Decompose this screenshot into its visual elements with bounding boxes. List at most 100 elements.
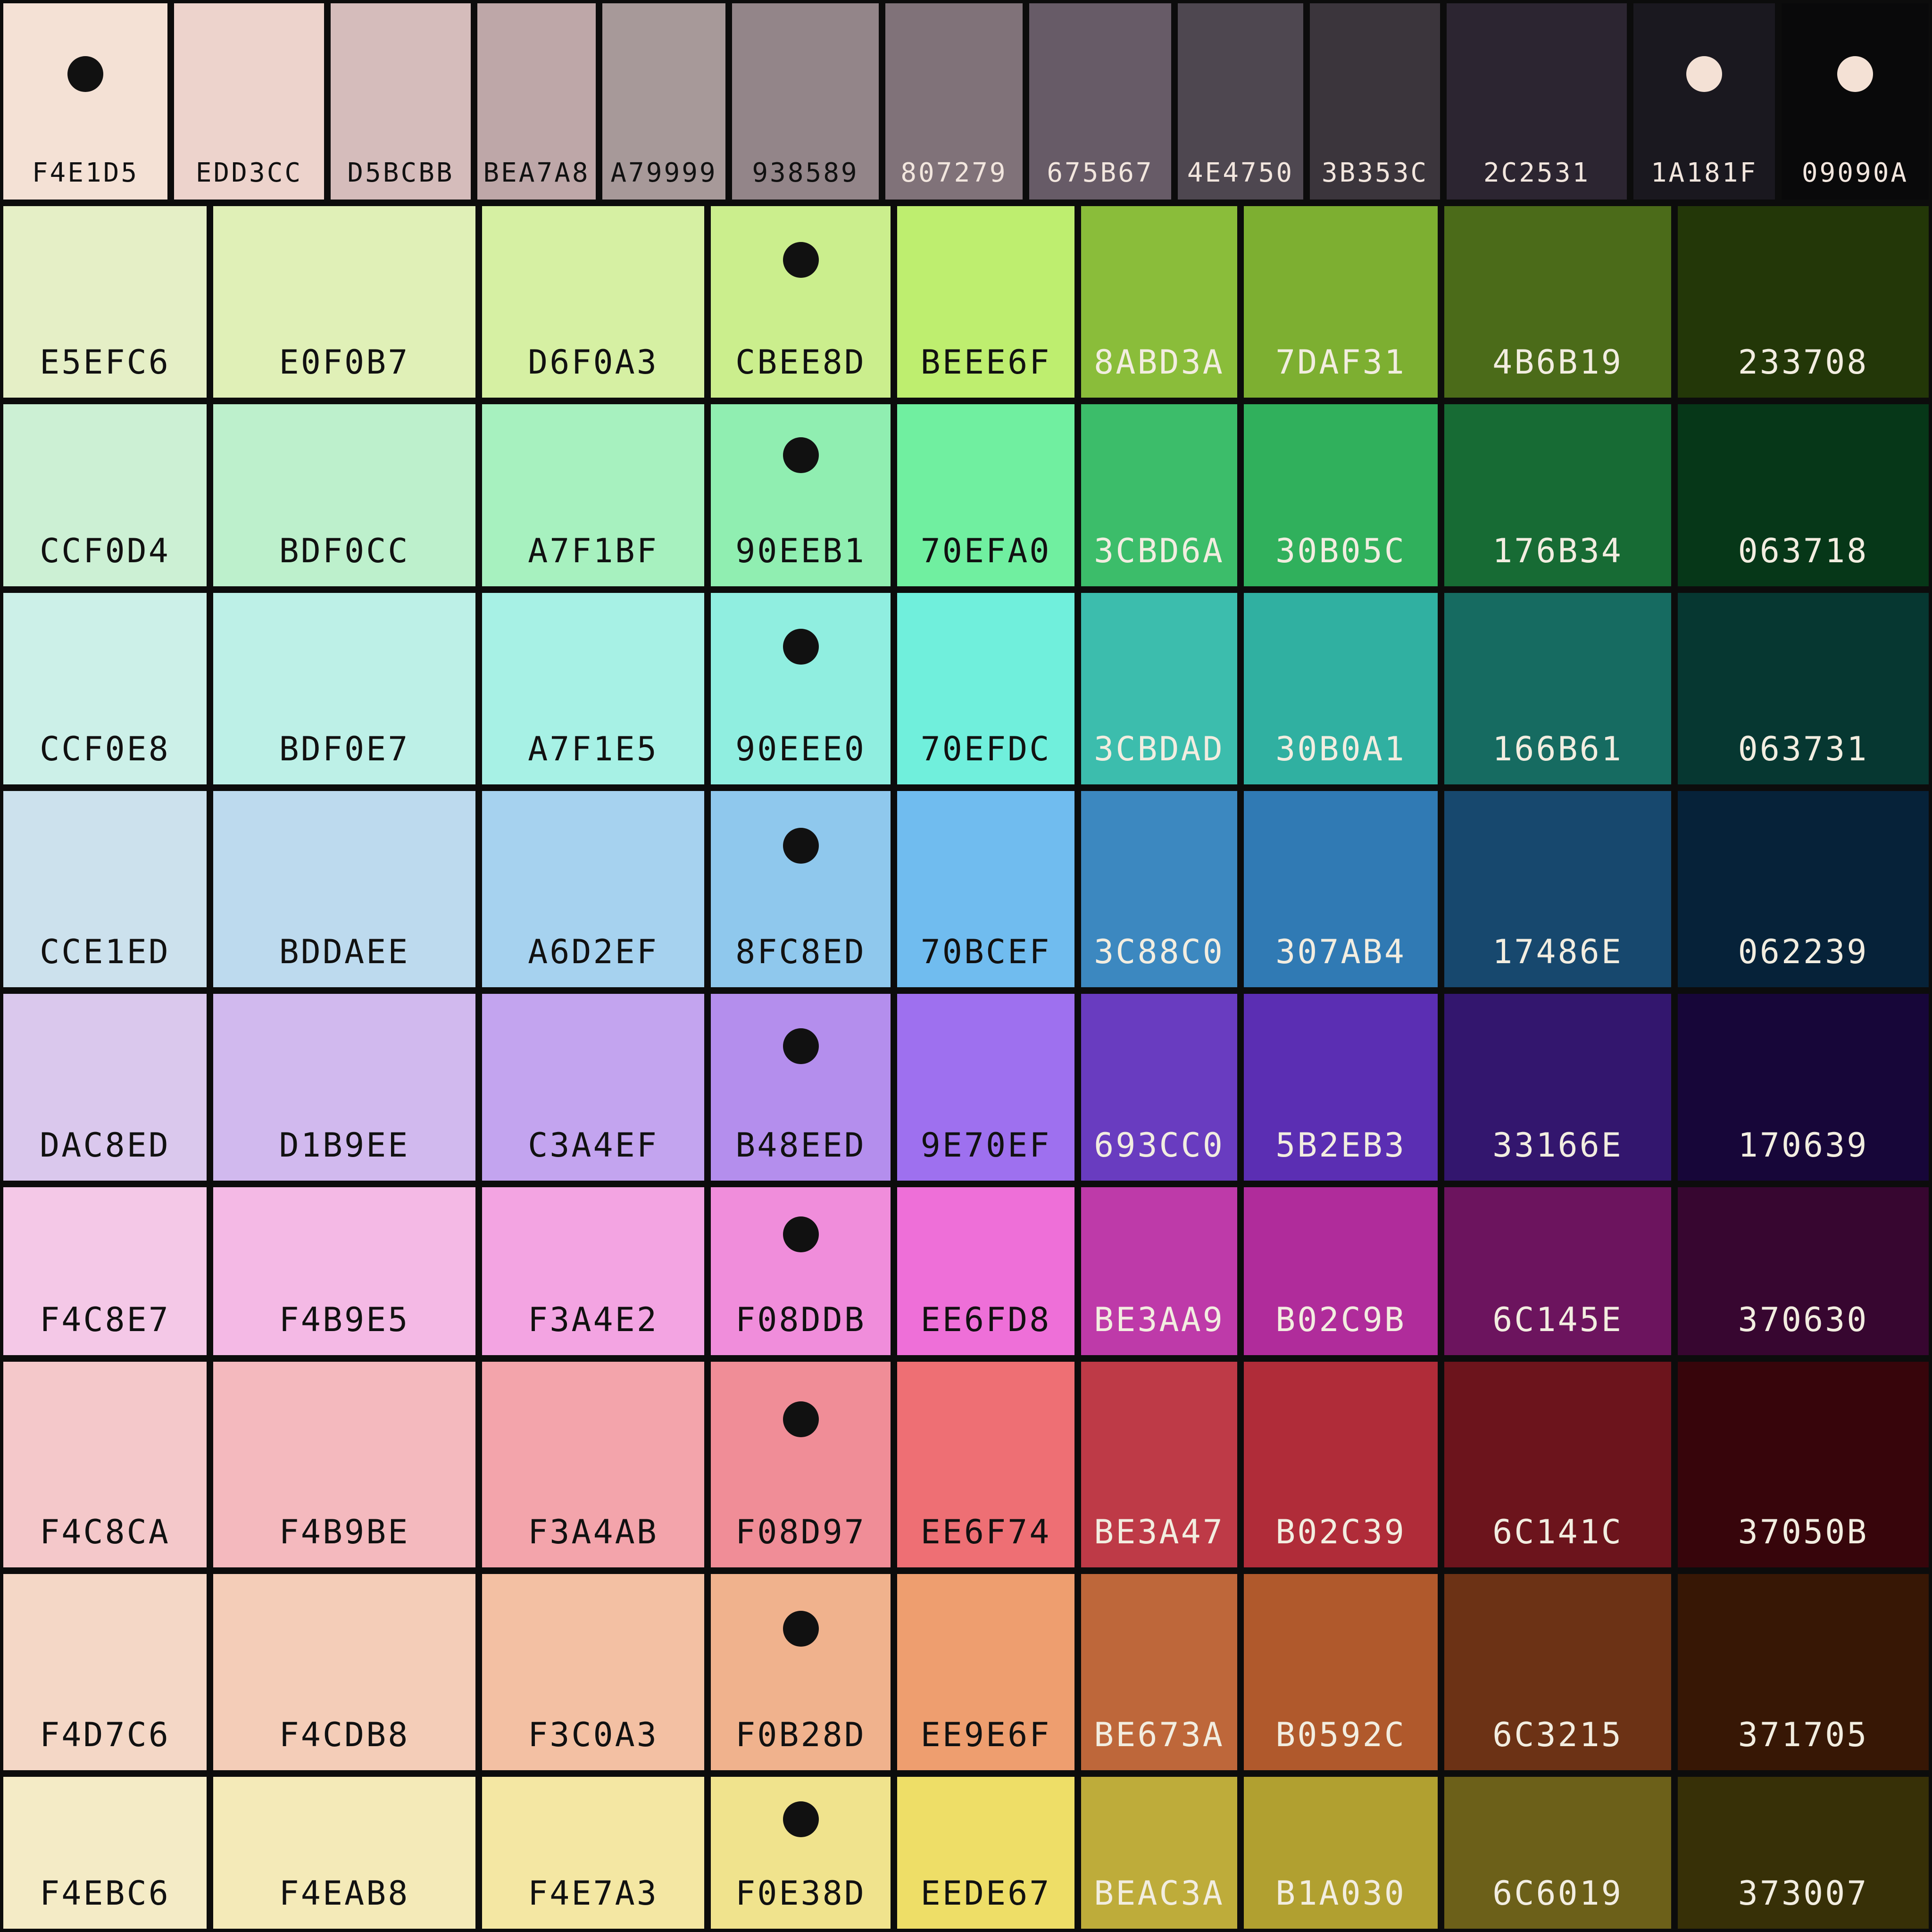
- swatch-90eee0[interactable]: 90EEE0: [708, 590, 894, 788]
- swatch-938589[interactable]: 938589: [729, 0, 882, 203]
- swatch-807279[interactable]: 807279: [882, 0, 1026, 203]
- swatch-2c2531[interactable]: 2C2531: [1443, 0, 1630, 203]
- swatch-f3a4e2[interactable]: F3A4E2: [479, 1184, 708, 1358]
- swatch-307ab4[interactable]: 307AB4: [1241, 788, 1441, 991]
- swatch-6c6019[interactable]: 6C6019: [1441, 1774, 1674, 1932]
- swatch-3c88c0[interactable]: 3C88C0: [1078, 788, 1241, 991]
- swatch-f08ddb[interactable]: F08DDB: [708, 1184, 894, 1358]
- swatch-063731[interactable]: 063731: [1674, 590, 1932, 788]
- swatch-beac3a[interactable]: BEAC3A: [1078, 1774, 1241, 1932]
- swatch-be3a47[interactable]: BE3A47: [1078, 1358, 1241, 1571]
- swatch-70efdc[interactable]: 70EFDC: [894, 590, 1078, 788]
- swatch-cbee8d[interactable]: CBEE8D: [708, 203, 894, 401]
- swatch-f4b9e5[interactable]: F4B9E5: [210, 1184, 479, 1358]
- swatch-ee9e6f[interactable]: EE9E6F: [894, 1571, 1078, 1774]
- swatch-4b6b19[interactable]: 4B6B19: [1441, 203, 1674, 401]
- swatch-70bcef[interactable]: 70BCEF: [894, 788, 1078, 991]
- swatch-bdf0cc[interactable]: BDF0CC: [210, 401, 479, 590]
- swatch-a7f1bf[interactable]: A7F1BF: [479, 401, 708, 590]
- swatch-d5bcbb[interactable]: D5BCBB: [327, 0, 474, 203]
- swatch-e0f0b7[interactable]: E0F0B7: [210, 203, 479, 401]
- swatch-f3c0a3[interactable]: F3C0A3: [479, 1571, 708, 1774]
- swatch-f4ebc6[interactable]: F4EBC6: [0, 1774, 210, 1932]
- swatch-8abd3a[interactable]: 8ABD3A: [1078, 203, 1241, 401]
- swatch-f4c8ca[interactable]: F4C8CA: [0, 1358, 210, 1571]
- swatch-6c3215[interactable]: 6C3215: [1441, 1571, 1674, 1774]
- hex-label: BDF0E7: [279, 730, 410, 768]
- swatch-d6f0a3[interactable]: D6F0A3: [479, 203, 708, 401]
- swatch-5b2eb3[interactable]: 5B2EB3: [1241, 991, 1441, 1184]
- swatch-233708[interactable]: 233708: [1674, 203, 1932, 401]
- swatch-7daf31[interactable]: 7DAF31: [1241, 203, 1441, 401]
- swatch-d1b9ee[interactable]: D1B9EE: [210, 991, 479, 1184]
- swatch-b02c9b[interactable]: B02C9B: [1241, 1184, 1441, 1358]
- swatch-370630[interactable]: 370630: [1674, 1184, 1932, 1358]
- swatch-b0592c[interactable]: B0592C: [1241, 1571, 1441, 1774]
- swatch-f4b9be[interactable]: F4B9BE: [210, 1358, 479, 1571]
- swatch-a79999[interactable]: A79999: [599, 0, 729, 203]
- swatch-30b05c[interactable]: 30B05C: [1241, 401, 1441, 590]
- swatch-dac8ed[interactable]: DAC8ED: [0, 991, 210, 1184]
- swatch-a7f1e5[interactable]: A7F1E5: [479, 590, 708, 788]
- swatch-f4eab8[interactable]: F4EAB8: [210, 1774, 479, 1932]
- swatch-b48eed[interactable]: B48EED: [708, 991, 894, 1184]
- swatch-f4e1d5[interactable]: F4E1D5: [0, 0, 171, 203]
- swatch-17486e[interactable]: 17486E: [1441, 788, 1674, 991]
- swatch-8fc8ed[interactable]: 8FC8ED: [708, 788, 894, 991]
- swatch-f4d7c6[interactable]: F4D7C6: [0, 1571, 210, 1774]
- swatch-bdf0e7[interactable]: BDF0E7: [210, 590, 479, 788]
- swatch-37050b[interactable]: 37050B: [1674, 1358, 1932, 1571]
- swatch-90eeb1[interactable]: 90EEB1: [708, 401, 894, 590]
- swatch-a6d2ef[interactable]: A6D2EF: [479, 788, 708, 991]
- swatch-cce1ed[interactable]: CCE1ED: [0, 788, 210, 991]
- swatch-371705[interactable]: 371705: [1674, 1571, 1932, 1774]
- swatch-3b353c[interactable]: 3B353C: [1307, 0, 1443, 203]
- swatch-ee6f74[interactable]: EE6F74: [894, 1358, 1078, 1571]
- swatch-ccf0d4[interactable]: CCF0D4: [0, 401, 210, 590]
- swatch-30b0a1[interactable]: 30B0A1: [1241, 590, 1441, 788]
- swatch-693cc0[interactable]: 693CC0: [1078, 991, 1241, 1184]
- hex-label: F08DDB: [735, 1300, 866, 1339]
- swatch-c3a4ef[interactable]: C3A4EF: [479, 991, 708, 1184]
- swatch-166b61[interactable]: 166B61: [1441, 590, 1674, 788]
- swatch-f0e38d[interactable]: F0E38D: [708, 1774, 894, 1932]
- swatch-e5efc6[interactable]: E5EFC6: [0, 203, 210, 401]
- swatch-bddaee[interactable]: BDDAEE: [210, 788, 479, 991]
- swatch-b02c39[interactable]: B02C39: [1241, 1358, 1441, 1571]
- swatch-f08d97[interactable]: F08D97: [708, 1358, 894, 1571]
- swatch-f3a4ab[interactable]: F3A4AB: [479, 1358, 708, 1571]
- swatch-170639[interactable]: 170639: [1674, 991, 1932, 1184]
- swatch-ccf0e8[interactable]: CCF0E8: [0, 590, 210, 788]
- swatch-3cbd6a[interactable]: 3CBD6A: [1078, 401, 1241, 590]
- swatch-176b34[interactable]: 176B34: [1441, 401, 1674, 590]
- swatch-bea7a8[interactable]: BEA7A8: [474, 0, 599, 203]
- swatch-062239[interactable]: 062239: [1674, 788, 1932, 991]
- swatch-6c141c[interactable]: 6C141C: [1441, 1358, 1674, 1571]
- hex-label: 807279: [900, 158, 1008, 188]
- swatch-33166e[interactable]: 33166E: [1441, 991, 1674, 1184]
- swatch-f4e7a3[interactable]: F4E7A3: [479, 1774, 708, 1932]
- swatch-373007[interactable]: 373007: [1674, 1774, 1932, 1932]
- swatch-675b67[interactable]: 675B67: [1026, 0, 1174, 203]
- swatch-70efa0[interactable]: 70EFA0: [894, 401, 1078, 590]
- hex-label: 166B61: [1492, 730, 1623, 768]
- swatch-be673a[interactable]: BE673A: [1078, 1571, 1241, 1774]
- swatch-4e4750[interactable]: 4E4750: [1174, 0, 1307, 203]
- hex-label: 3CBD6A: [1094, 532, 1224, 570]
- swatch-beee6f[interactable]: BEEE6F: [894, 203, 1078, 401]
- swatch-6c145e[interactable]: 6C145E: [1441, 1184, 1674, 1358]
- swatch-ee6fd8[interactable]: EE6FD8: [894, 1184, 1078, 1358]
- swatch-063718[interactable]: 063718: [1674, 401, 1932, 590]
- swatch-f4c8e7[interactable]: F4C8E7: [0, 1184, 210, 1358]
- hex-label: 6C6019: [1492, 1874, 1623, 1913]
- swatch-edd3cc[interactable]: EDD3CC: [171, 0, 327, 203]
- swatch-09090a[interactable]: 09090A: [1778, 0, 1932, 203]
- swatch-f0b28d[interactable]: F0B28D: [708, 1571, 894, 1774]
- swatch-9e70ef[interactable]: 9E70EF: [894, 991, 1078, 1184]
- swatch-eede67[interactable]: EEDE67: [894, 1774, 1078, 1932]
- swatch-f4cdb8[interactable]: F4CDB8: [210, 1571, 479, 1774]
- swatch-3cbdad[interactable]: 3CBDAD: [1078, 590, 1241, 788]
- swatch-be3aa9[interactable]: BE3AA9: [1078, 1184, 1241, 1358]
- swatch-1a181f[interactable]: 1A181F: [1630, 0, 1778, 203]
- swatch-b1a030[interactable]: B1A030: [1241, 1774, 1441, 1932]
